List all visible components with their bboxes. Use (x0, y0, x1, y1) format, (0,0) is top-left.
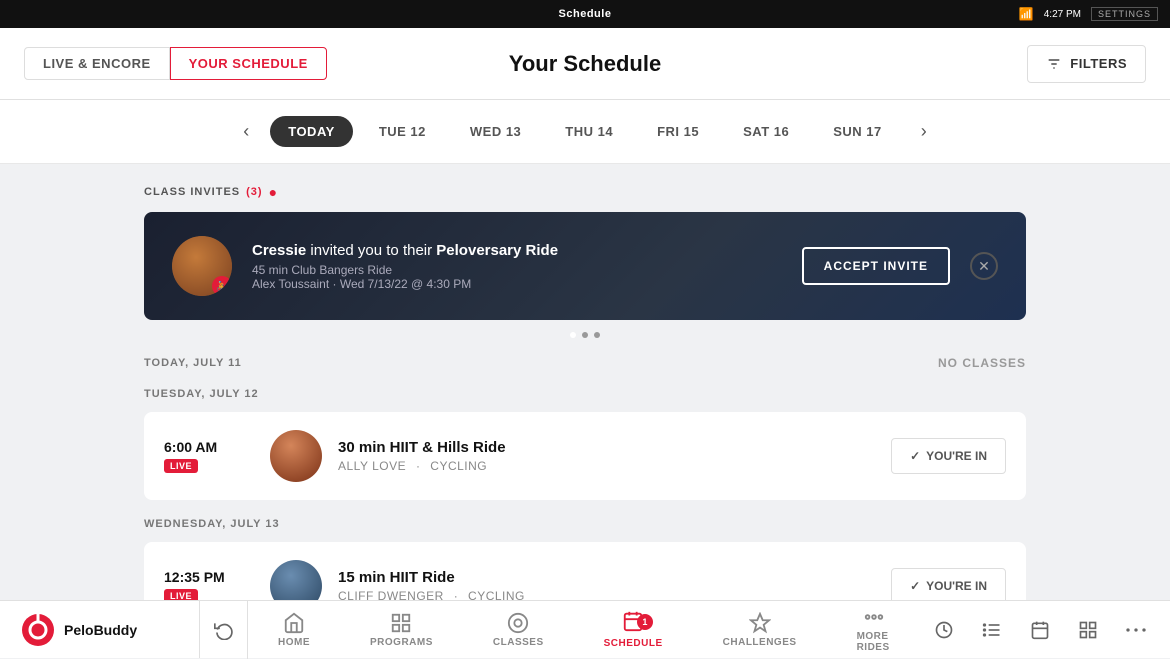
invite-text: Cressie invited you to their Peloversary… (252, 242, 782, 291)
classes-icon (507, 612, 529, 634)
nav-classes[interactable]: CLASSES (463, 600, 574, 659)
right-icon-group (922, 608, 1170, 652)
pelobuddy-label: PeloBuddy (64, 622, 137, 638)
dot-3 (594, 332, 600, 338)
wednesday-section-header: WEDNESDAY, JULY 13 (144, 518, 1026, 530)
status-bar: Schedule 📶 4:27 PM SETTINGS (0, 0, 1170, 28)
class-time: 6:00 AM LIVE (164, 439, 254, 474)
dot-1 (570, 332, 576, 338)
nav-more-rides[interactable]: MORE RIDES (827, 600, 922, 659)
invite-action: invited you to their (310, 242, 436, 259)
today-section-header: TODAY, JULY 11 No Classes (144, 356, 1026, 370)
more-icon (1126, 627, 1146, 633)
timer-button[interactable] (922, 608, 966, 652)
class-invites-label: CLASS INVITES (3) ● (144, 184, 1026, 200)
programs-icon (390, 612, 412, 634)
nav-programs[interactable]: PROGRAMS (340, 600, 463, 659)
header: LIVE & ENCORE YOUR SCHEDULE Your Schedul… (0, 28, 1170, 100)
nav-home[interactable]: HOME (248, 600, 340, 659)
class-time: 12:35 PM LIVE (164, 569, 254, 601)
bottom-nav-items: HOME PROGRAMS CLASSES 1 SCHEDULE (248, 600, 922, 659)
avatar (270, 430, 322, 482)
tab-your-schedule[interactable]: YOUR SCHEDULE (170, 47, 327, 80)
main-content: CLASS INVITES (3) ● 🚴 Cressie invited yo… (0, 164, 1170, 600)
date-sun17[interactable]: SUN 17 (815, 116, 900, 147)
date-sat16[interactable]: SAT 16 (725, 116, 807, 147)
filters-icon (1046, 56, 1062, 72)
page-title: Your Schedule (509, 51, 661, 77)
date-tue12[interactable]: TUE 12 (361, 116, 444, 147)
bottom-nav: PeloBuddy HOME PROGRAMS CLASSES (0, 600, 1170, 658)
you-in-button[interactable]: ✓ YOU'RE IN (891, 438, 1006, 474)
date-today[interactable]: TODAY (270, 116, 353, 147)
refresh-icon (214, 620, 234, 640)
invite-avatar: 🚴 (172, 236, 232, 296)
date-wed13[interactable]: WED 13 (452, 116, 539, 147)
settings-button[interactable]: SETTINGS (1091, 7, 1158, 21)
filters-button[interactable]: FILTERS (1027, 45, 1146, 83)
invite-sub-text: 45 min Club Bangers Ride Alex Toussaint … (252, 263, 782, 291)
dot-indicator: ● (269, 184, 278, 200)
tab-group: LIVE & ENCORE YOUR SCHEDULE (24, 47, 327, 80)
nav-challenges[interactable]: CHALLENGES (693, 600, 827, 659)
invite-dots (144, 332, 1026, 338)
status-time: 4:27 PM (1044, 9, 1081, 20)
avatar (270, 560, 322, 600)
live-badge: LIVE (164, 459, 198, 473)
date-nav: ‹ TODAY TUE 12 WED 13 THU 14 FRI 15 SAT … (0, 100, 1170, 164)
schedule-badge: 1 (637, 614, 653, 630)
tab-live-encore[interactable]: LIVE & ENCORE (24, 47, 170, 80)
check-icon: ✓ (910, 449, 920, 463)
class-info: 30 min HIIT & Hills Ride ALLY LOVE · CYC… (338, 439, 875, 473)
calendar-icon (1030, 620, 1050, 640)
invite-main-text: Cressie invited you to their Peloversary… (252, 242, 782, 259)
refresh-button[interactable] (200, 601, 248, 659)
date-fri15[interactable]: FRI 15 (639, 116, 717, 147)
invite-card: 🚴 Cressie invited you to their Peloversa… (144, 212, 1026, 320)
next-date-button[interactable]: › (908, 116, 940, 148)
grid-icon (1078, 620, 1098, 640)
status-bar-right: 📶 4:27 PM SETTINGS (1019, 7, 1158, 21)
nav-schedule[interactable]: 1 SCHEDULE (574, 600, 693, 659)
you-in-button[interactable]: ✓ YOU'RE IN (891, 568, 1006, 600)
check-icon: ✓ (910, 579, 920, 593)
prev-date-button[interactable]: ‹ (230, 116, 262, 148)
grid-button[interactable] (1066, 608, 1110, 652)
table-row: 12:35 PM LIVE 15 min HIIT Ride CLIFF DWE… (144, 542, 1026, 600)
class-meta: CLIFF DWENGER · CYCLING (338, 589, 875, 600)
home-icon (283, 612, 305, 634)
table-row: 6:00 AM LIVE 30 min HIIT & Hills Ride AL… (144, 412, 1026, 500)
separator: · (333, 277, 340, 291)
pelobuddy-brand: PeloBuddy (0, 601, 200, 658)
class-info: 15 min HIIT Ride CLIFF DWENGER · CYCLING (338, 569, 875, 600)
cycle-badge-icon: 🚴 (212, 276, 232, 296)
date-thu14[interactable]: THU 14 (547, 116, 631, 147)
status-bar-title: Schedule (559, 8, 612, 20)
class-meta: ALLY LOVE · CYCLING (338, 459, 875, 473)
list-icon (982, 620, 1002, 640)
more-button[interactable] (1114, 608, 1158, 652)
tuesday-section-header: TUESDAY, JULY 12 (144, 388, 1026, 400)
wifi-icon: 📶 (1019, 7, 1034, 21)
pelobuddy-logo (20, 612, 56, 648)
live-badge: LIVE (164, 589, 198, 601)
accept-invite-button[interactable]: ACCEPT INVITE (802, 247, 950, 285)
challenges-icon (749, 612, 771, 634)
timer-icon (934, 620, 954, 640)
dot-2 (582, 332, 588, 338)
more-rides-icon (863, 606, 885, 628)
list-button[interactable] (970, 608, 1014, 652)
calendar-button[interactable] (1018, 608, 1062, 652)
close-invite-button[interactable]: ✕ (970, 252, 998, 280)
